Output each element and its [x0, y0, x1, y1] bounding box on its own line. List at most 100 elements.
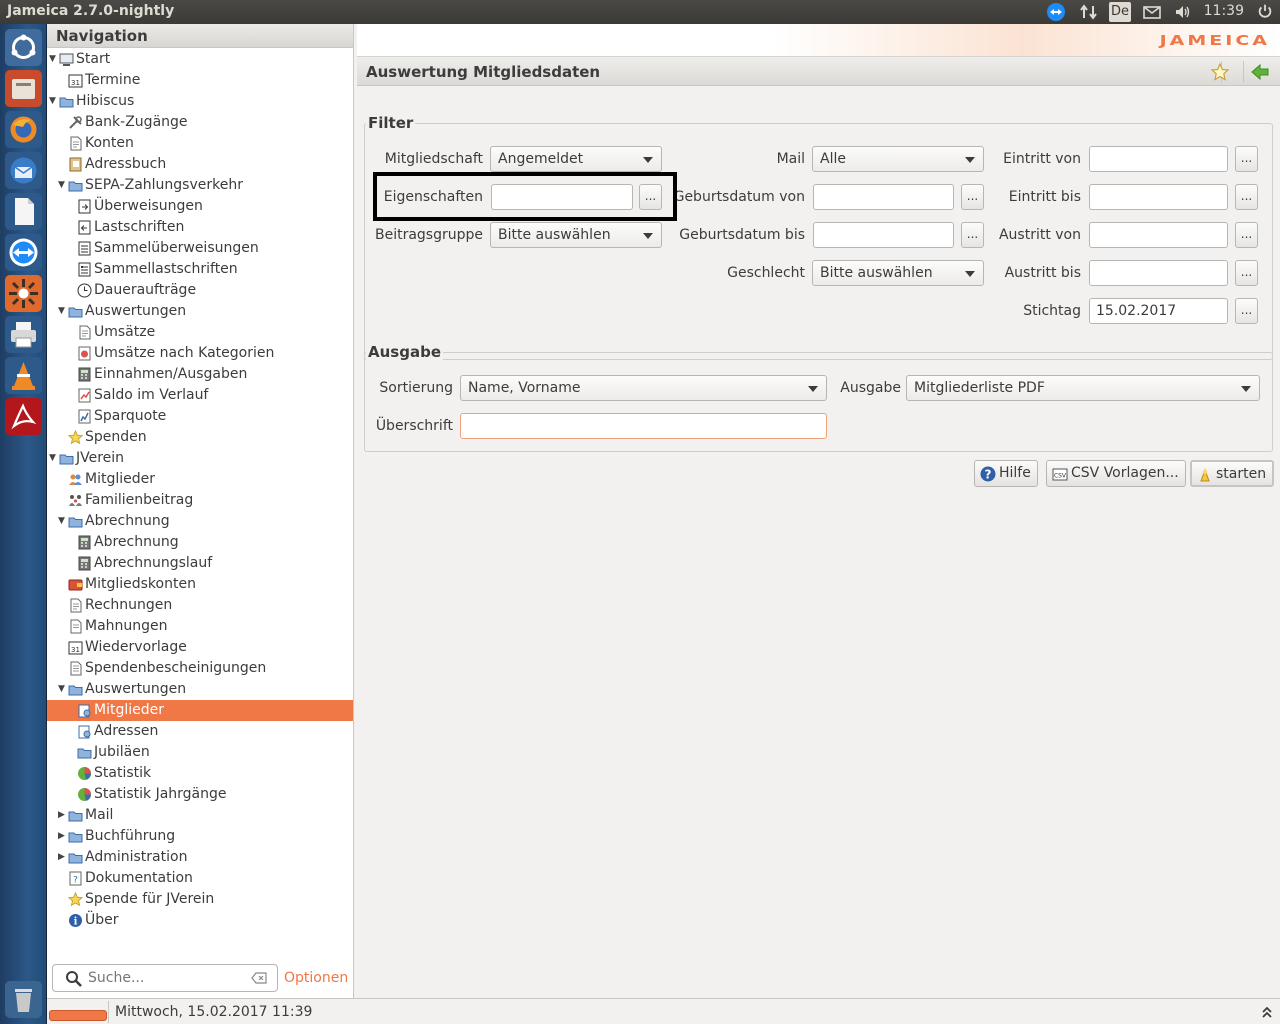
stichtag-field[interactable]: 15.02.2017	[1089, 298, 1228, 324]
austritt-bis-field[interactable]	[1089, 260, 1228, 286]
nav-item[interactable]: ▼ Hibiscus	[47, 91, 353, 112]
csv-vorlagen-button[interactable]: CSV CSV Vorlagen...	[1046, 460, 1186, 487]
nav-item[interactable]: Mitglieder	[47, 700, 353, 721]
nav-item[interactable]: Rechnungen	[47, 595, 353, 616]
geburtsdatum-bis-field[interactable]	[813, 222, 954, 248]
tree-collapse-icon[interactable]: ▼	[49, 91, 56, 112]
bookmark-star-icon[interactable]	[1210, 62, 1230, 82]
pdf-reader-icon[interactable]	[5, 398, 42, 435]
hilfe-button[interactable]: ? Hilfe	[974, 460, 1038, 487]
nav-item[interactable]: Spenden	[47, 427, 353, 448]
eintritt-von-picker-button[interactable]: ...	[1235, 146, 1258, 172]
tree-expand-icon[interactable]: ▶	[58, 826, 65, 847]
nav-item[interactable]: i Über	[47, 910, 353, 931]
back-arrow-icon[interactable]	[1250, 62, 1270, 82]
nav-item[interactable]: Mitgliedskonten	[47, 574, 353, 595]
austritt-von-picker-button[interactable]: ...	[1235, 222, 1258, 248]
nav-item[interactable]: Daueraufträge	[47, 280, 353, 301]
tree-expand-icon[interactable]: ▶	[58, 847, 65, 868]
eintritt-bis-field[interactable]	[1089, 184, 1228, 210]
nav-item[interactable]: ▶ Mail	[47, 805, 353, 826]
starten-button[interactable]: starten	[1190, 460, 1275, 487]
stichtag-picker-button[interactable]: ...	[1235, 298, 1258, 324]
mail-select[interactable]: Alle	[812, 146, 984, 172]
nav-item[interactable]: Familienbeitrag	[47, 490, 353, 511]
keyboard-layout-indicator[interactable]: De	[1109, 2, 1131, 22]
vlc-icon[interactable]	[5, 357, 42, 394]
tree-collapse-icon[interactable]: ▼	[58, 175, 65, 196]
nav-item[interactable]: ▼ JVerein	[47, 448, 353, 469]
beitragsgruppe-select[interactable]: Bitte auswählen	[490, 222, 662, 248]
nav-item[interactable]: Spendenbescheinigungen	[47, 658, 353, 679]
nav-item[interactable]: 31 Wiedervorlage	[47, 637, 353, 658]
nav-item[interactable]: ▶ Administration	[47, 847, 353, 868]
nav-item[interactable]: Sammellastschriften	[47, 259, 353, 280]
nav-item[interactable]: Statistik	[47, 763, 353, 784]
nav-item[interactable]: ? Dokumentation	[47, 868, 353, 889]
tree-expand-icon[interactable]: ▶	[58, 805, 65, 826]
nav-item[interactable]: Abrechnungslauf	[47, 553, 353, 574]
eintritt-bis-picker-button[interactable]: ...	[1235, 184, 1258, 210]
nav-item[interactable]: Umsätze	[47, 322, 353, 343]
nav-item[interactable]: Mahnungen	[47, 616, 353, 637]
nav-item[interactable]: Überweisungen	[47, 196, 353, 217]
ubuntu-dash-icon[interactable]	[5, 29, 42, 66]
austritt-bis-picker-button[interactable]: ...	[1235, 260, 1258, 286]
nav-item[interactable]: ▼ Abrechnung	[47, 511, 353, 532]
nav-item[interactable]: Statistik Jahrgänge	[47, 784, 353, 805]
network-icon[interactable]	[1078, 2, 1100, 22]
nav-item[interactable]: Bank-Zugänge	[47, 112, 353, 133]
nav-item[interactable]: Saldo im Verlauf	[47, 385, 353, 406]
nav-item[interactable]: 31 Termine	[47, 70, 353, 91]
clock[interactable]: 11:39	[1204, 3, 1244, 19]
firefox-icon[interactable]	[5, 111, 42, 148]
nav-item[interactable]: Adressbuch	[47, 154, 353, 175]
nav-item[interactable]: Mitglieder	[47, 469, 353, 490]
teamviewer-icon[interactable]	[5, 234, 42, 271]
expand-log-icon[interactable]	[1260, 1005, 1274, 1019]
text-editor-icon[interactable]	[5, 193, 42, 230]
nav-item[interactable]: Spende für JVerein	[47, 889, 353, 910]
geburtsdatum-von-picker-button[interactable]: ...	[961, 184, 984, 210]
nav-item[interactable]: Sparquote	[47, 406, 353, 427]
nav-item[interactable]: Einnahmen/Ausgaben	[47, 364, 353, 385]
tree-collapse-icon[interactable]: ▼	[58, 679, 65, 700]
search-input[interactable]	[88, 968, 248, 988]
nav-item[interactable]: ▼ Auswertungen	[47, 679, 353, 700]
tree-collapse-icon[interactable]: ▼	[58, 301, 65, 322]
search-box[interactable]	[52, 964, 278, 992]
nav-item[interactable]: ▼ Auswertungen	[47, 301, 353, 322]
trash-icon[interactable]	[5, 981, 42, 1018]
nav-item[interactable]: Abrechnung	[47, 532, 353, 553]
jameica-icon[interactable]	[5, 275, 42, 312]
nav-item[interactable]: Adressen	[47, 721, 353, 742]
teamviewer-indicator-icon[interactable]	[1045, 2, 1067, 22]
nav-item[interactable]: Konten	[47, 133, 353, 154]
austritt-von-field[interactable]	[1089, 222, 1228, 248]
file-manager-icon[interactable]	[5, 70, 42, 107]
options-link[interactable]: Optionen	[284, 970, 348, 986]
power-icon[interactable]	[1255, 2, 1275, 22]
tree-collapse-icon[interactable]: ▼	[49, 49, 56, 70]
sortierung-select[interactable]: Name, Vorname	[460, 375, 827, 401]
mitgliedschaft-select[interactable]: Angemeldet	[490, 146, 662, 172]
geburtsdatum-bis-picker-button[interactable]: ...	[961, 222, 984, 248]
nav-item[interactable]: ▼ SEPA-Zahlungsverkehr	[47, 175, 353, 196]
ausgabe-select[interactable]: Mitgliederliste PDF	[906, 375, 1260, 401]
eintritt-von-field[interactable]	[1089, 146, 1228, 172]
ueberschrift-field[interactable]	[460, 413, 827, 439]
clear-search-icon[interactable]	[251, 972, 267, 984]
geburtsdatum-von-field[interactable]	[813, 184, 954, 210]
tree-collapse-icon[interactable]: ▼	[49, 448, 56, 469]
nav-item[interactable]: Jubiläen	[47, 742, 353, 763]
nav-item[interactable]: Lastschriften	[47, 217, 353, 238]
mail-icon[interactable]	[1141, 2, 1163, 22]
nav-item[interactable]: ▼ Start	[47, 49, 353, 70]
volume-icon[interactable]	[1172, 2, 1194, 22]
nav-item[interactable]: Sammelüberweisungen	[47, 238, 353, 259]
nav-item[interactable]: ▶ Buchführung	[47, 826, 353, 847]
tree-collapse-icon[interactable]: ▼	[58, 511, 65, 532]
geschlecht-select[interactable]: Bitte auswählen	[812, 260, 984, 286]
printer-icon[interactable]	[5, 316, 42, 353]
nav-item[interactable]: Umsätze nach Kategorien	[47, 343, 353, 364]
